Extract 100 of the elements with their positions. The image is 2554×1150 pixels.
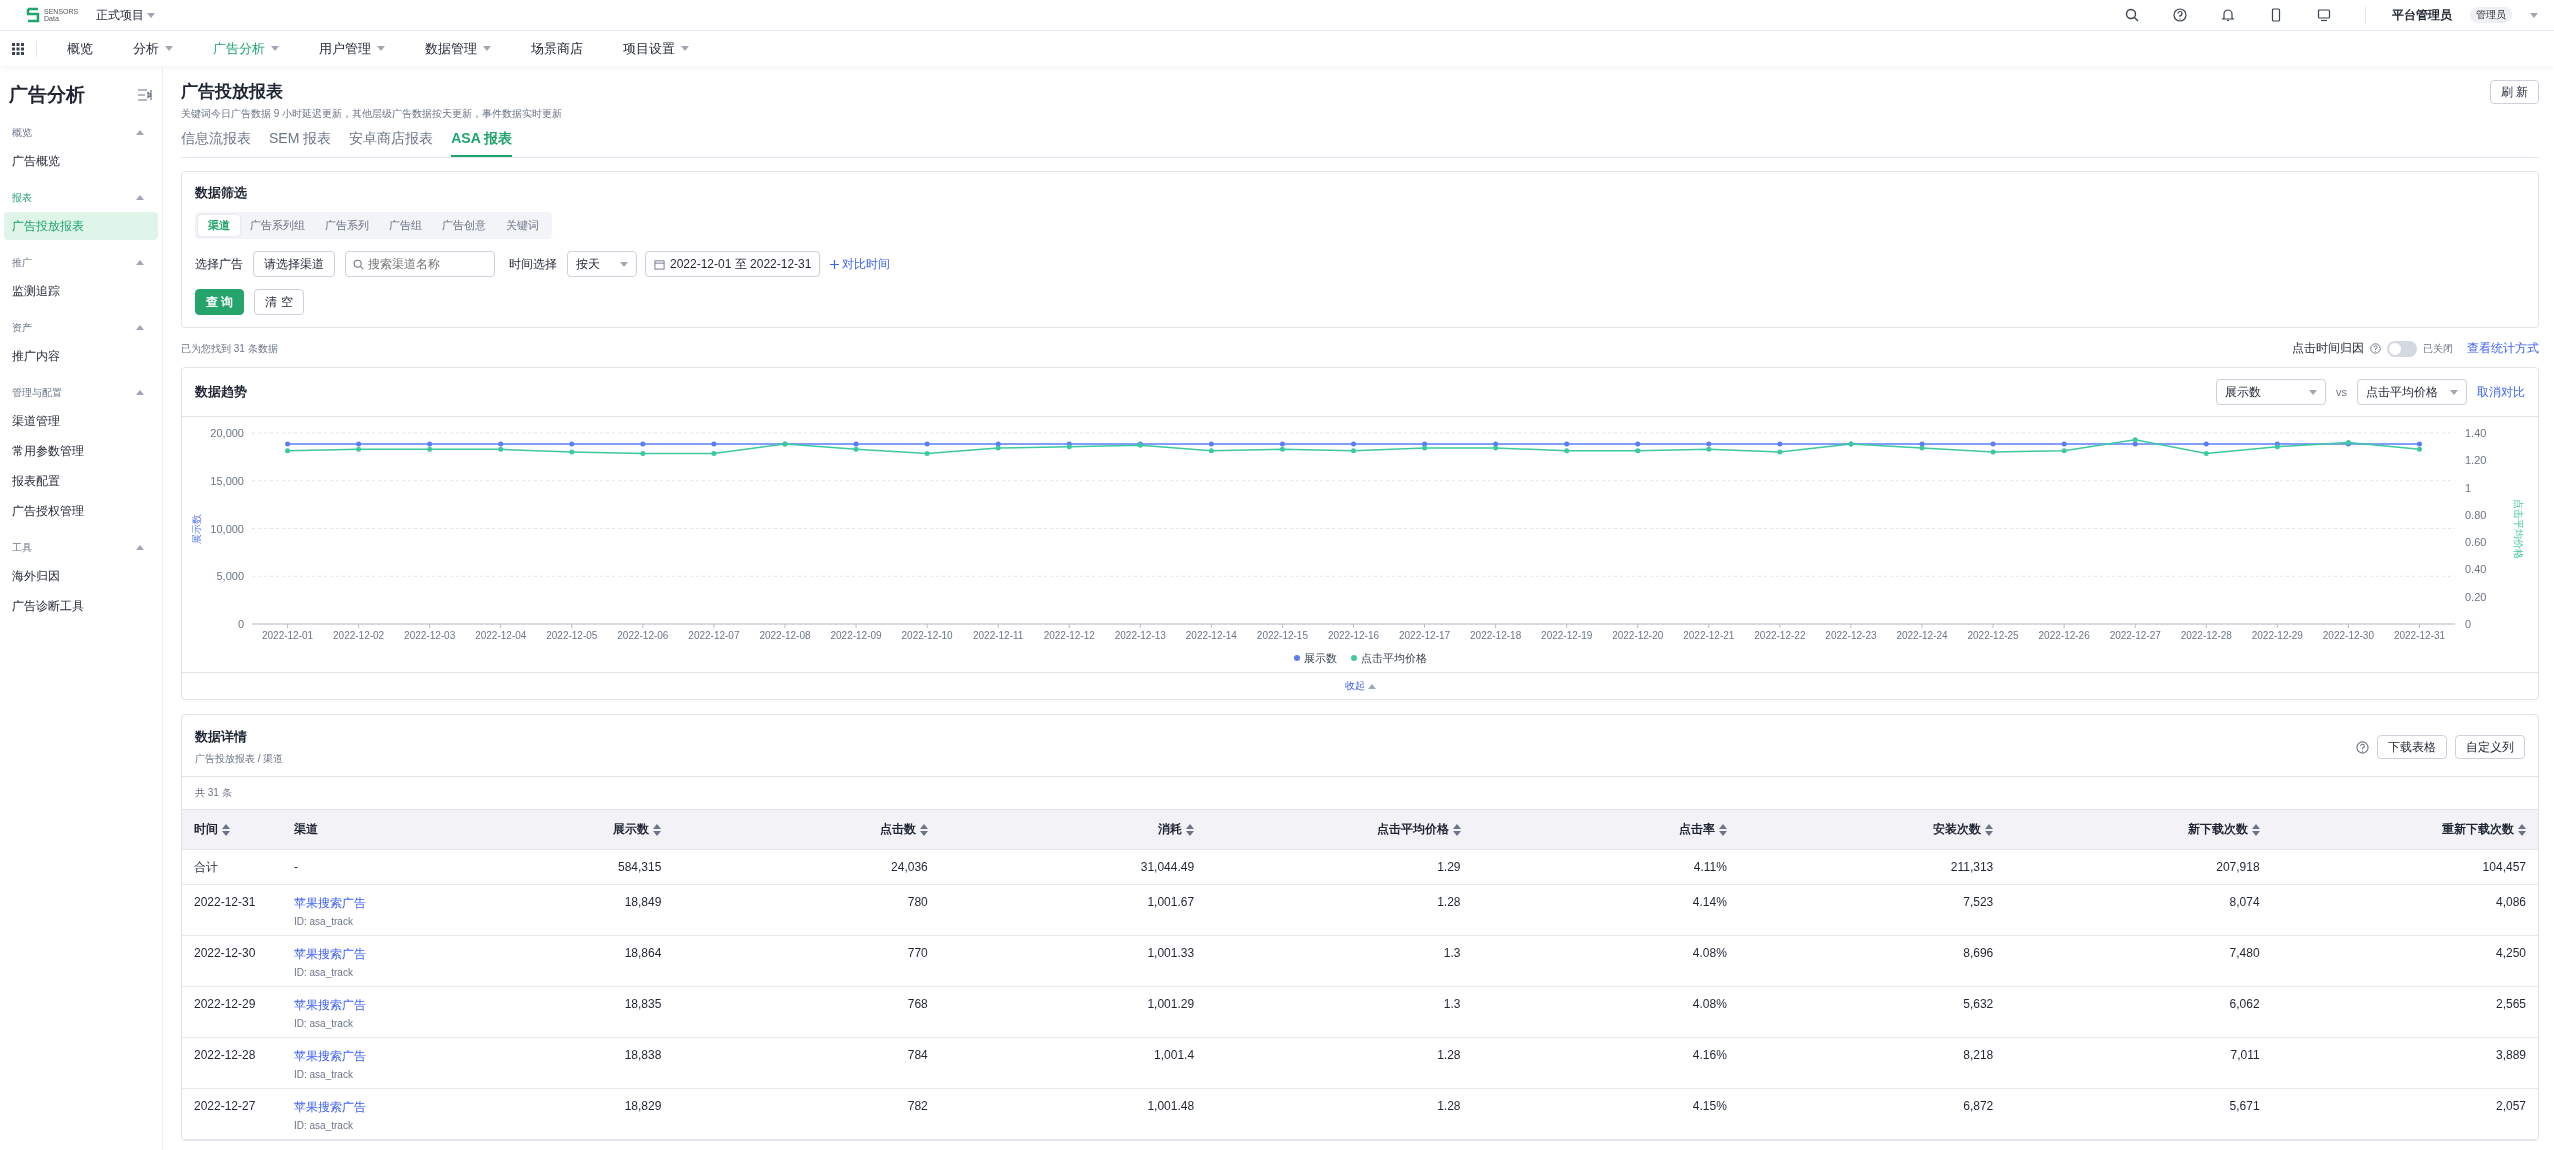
table-cell: 770 <box>907 946 928 960</box>
sidebar-group-header[interactable]: 概览 <box>0 118 162 147</box>
channel-link[interactable]: 苹果搜索广告 <box>294 1048 395 1065</box>
search-icon <box>353 259 364 270</box>
sidebar-item[interactable]: 渠道管理 <box>4 407 158 435</box>
axis-tick-label: 2022-12-05 <box>546 630 598 641</box>
legend-label[interactable]: 展示数 <box>1303 650 1337 666</box>
channel-link[interactable]: 苹果搜索广告 <box>294 895 395 912</box>
dimension-tab[interactable]: 关键词 <box>496 215 549 236</box>
table-cell: 1,001.33 <box>1147 946 1195 960</box>
channel-id: ID: asa_track <box>294 967 354 978</box>
sidebar-group-header[interactable]: 推广 <box>0 248 162 277</box>
nav-menu-item[interactable]: 场景商店 <box>511 31 603 66</box>
project-switcher[interactable]: 正式项目 <box>96 6 156 24</box>
sidebar-item[interactable]: 监测追踪 <box>4 277 158 305</box>
field-label: 时间选择 <box>509 255 557 273</box>
sidebar-group-header[interactable]: 工具 <box>0 533 162 562</box>
report-tab[interactable]: 安卓商店报表 <box>349 130 434 157</box>
total-count: 共 31 条 <box>194 786 233 800</box>
collapse-link[interactable]: 收起 <box>1344 679 1376 693</box>
bell-icon[interactable] <box>2221 8 2235 22</box>
nav-menu-item[interactable]: 数据管理 <box>405 31 511 66</box>
channel-link[interactable]: 苹果搜索广告 <box>294 946 395 963</box>
sort-icon[interactable] <box>1452 823 1461 836</box>
dimension-tab[interactable]: 渠道 <box>198 215 240 236</box>
axis-tick-label: 2022-12-21 <box>1683 630 1735 641</box>
sort-icon[interactable] <box>653 823 662 836</box>
channel-link[interactable]: 苹果搜索广告 <box>294 1099 395 1116</box>
axis-tick-label: 2022-12-19 <box>1541 630 1593 641</box>
sidebar-item[interactable]: 海外归因 <box>4 562 158 590</box>
sort-icon[interactable] <box>1718 823 1727 836</box>
table-cell: 4.16% <box>1692 1048 1727 1062</box>
metric-select[interactable]: 点击平均价格 <box>2357 379 2467 405</box>
report-tab[interactable]: SEM 报表 <box>269 130 332 157</box>
sidebar-item[interactable]: 推广内容 <box>4 342 158 370</box>
compare-time-link[interactable]: 对比时间 <box>830 255 891 273</box>
caret-icon <box>2450 389 2458 395</box>
table-cell-text: - <box>294 860 299 874</box>
cancel-compare-link[interactable]: 取消对比 <box>2477 383 2525 401</box>
date-range-field[interactable]: 2022-12-01 至 2022-12-31 <box>645 251 821 277</box>
channel-link[interactable]: 苹果搜索广告 <box>294 997 395 1014</box>
query-button[interactable]: 查 询 <box>195 289 245 315</box>
statistics-method-link[interactable]: 查看统计方式 <box>2467 340 2539 357</box>
sort-icon[interactable] <box>222 823 230 836</box>
sidebar-item[interactable]: 广告概览 <box>4 147 158 175</box>
sidebar-item[interactable]: 常用参数管理 <box>4 437 158 465</box>
nav-menu-item[interactable]: 广告分析 <box>193 31 299 66</box>
clear-button[interactable]: 清 空 <box>254 289 304 315</box>
sort-icon[interactable] <box>2251 823 2260 836</box>
column-header: 新下载次数 <box>2187 821 2248 838</box>
nav-menu-item[interactable]: 用户管理 <box>299 31 405 66</box>
monitor-icon[interactable] <box>2317 8 2331 22</box>
table-cell: 4.11% <box>1693 860 1727 874</box>
sort-icon[interactable] <box>1186 823 1195 836</box>
axis-tick-label: 2022-12-28 <box>2180 630 2232 641</box>
nav-menu-item[interactable]: 分析 <box>113 31 193 66</box>
apps-grid-icon[interactable] <box>12 42 24 55</box>
dimension-tab[interactable]: 广告创意 <box>432 215 496 236</box>
report-tab[interactable]: ASA 报表 <box>451 130 513 157</box>
sort-icon[interactable] <box>2518 823 2526 836</box>
dimension-tab[interactable]: 广告组 <box>379 215 432 236</box>
legend-label[interactable]: 点击平均价格 <box>1360 650 1427 666</box>
phone-icon[interactable] <box>2269 8 2283 22</box>
table-cell: 8,696 <box>1963 946 1994 960</box>
axis-tick-label: 2022-12-16 <box>1327 630 1380 641</box>
report-tab[interactable]: 信息流报表 <box>181 130 251 157</box>
search-icon[interactable] <box>2125 8 2139 22</box>
dimension-tab[interactable]: 广告系列 <box>315 215 379 236</box>
table-cell: 1,001.4 <box>1154 1048 1195 1062</box>
sidebar-item[interactable]: 报表配置 <box>4 467 158 495</box>
metric-select[interactable]: 展示数 <box>2216 379 2326 405</box>
sidebar-item[interactable]: 广告授权管理 <box>4 497 158 525</box>
dimension-tab[interactable]: 广告系列组 <box>240 215 315 236</box>
help-icon[interactable] <box>2173 8 2187 22</box>
refresh-button[interactable]: 刷 新 <box>2489 80 2539 104</box>
nav-menu-item[interactable]: 概览 <box>47 31 113 66</box>
column-header: 时间 <box>194 821 218 838</box>
table-cell: 1.3 <box>1443 946 1461 960</box>
sidebar-group-header[interactable]: 管理与配置 <box>0 378 162 407</box>
axis-tick-label: 2022-12-04 <box>475 630 527 641</box>
granularity-select[interactable]: 按天 <box>567 251 637 277</box>
table-cell: 18,838 <box>624 1048 662 1062</box>
sidebar-item[interactable]: 广告投放报表 <box>4 212 158 240</box>
caret-icon <box>136 260 144 265</box>
sidebar-group-header[interactable]: 资产 <box>0 313 162 342</box>
toggle-switch[interactable] <box>2387 340 2417 357</box>
table-cell: 5,671 <box>2229 1099 2260 1113</box>
search-field[interactable]: 搜索渠道名称 <box>345 251 495 277</box>
sort-icon[interactable] <box>919 823 928 836</box>
collapse-sidebar-icon[interactable] <box>138 89 152 101</box>
attribution-label: 点击时间归因 <box>2292 340 2364 357</box>
sort-icon[interactable] <box>1985 823 1994 836</box>
column-header: 消耗 <box>1158 821 1183 838</box>
channel-select[interactable]: 请选择渠道 <box>253 251 335 277</box>
axis-tick-label: 2022-12-31 <box>2393 630 2446 641</box>
sidebar-group-header[interactable]: 报表 <box>0 183 162 212</box>
custom-columns-button[interactable]: 自定义列 <box>2455 735 2525 759</box>
sidebar-item[interactable]: 广告诊断工具 <box>4 592 158 620</box>
nav-menu-item[interactable]: 项目设置 <box>603 31 709 66</box>
download-button[interactable]: 下载表格 <box>2377 735 2447 759</box>
